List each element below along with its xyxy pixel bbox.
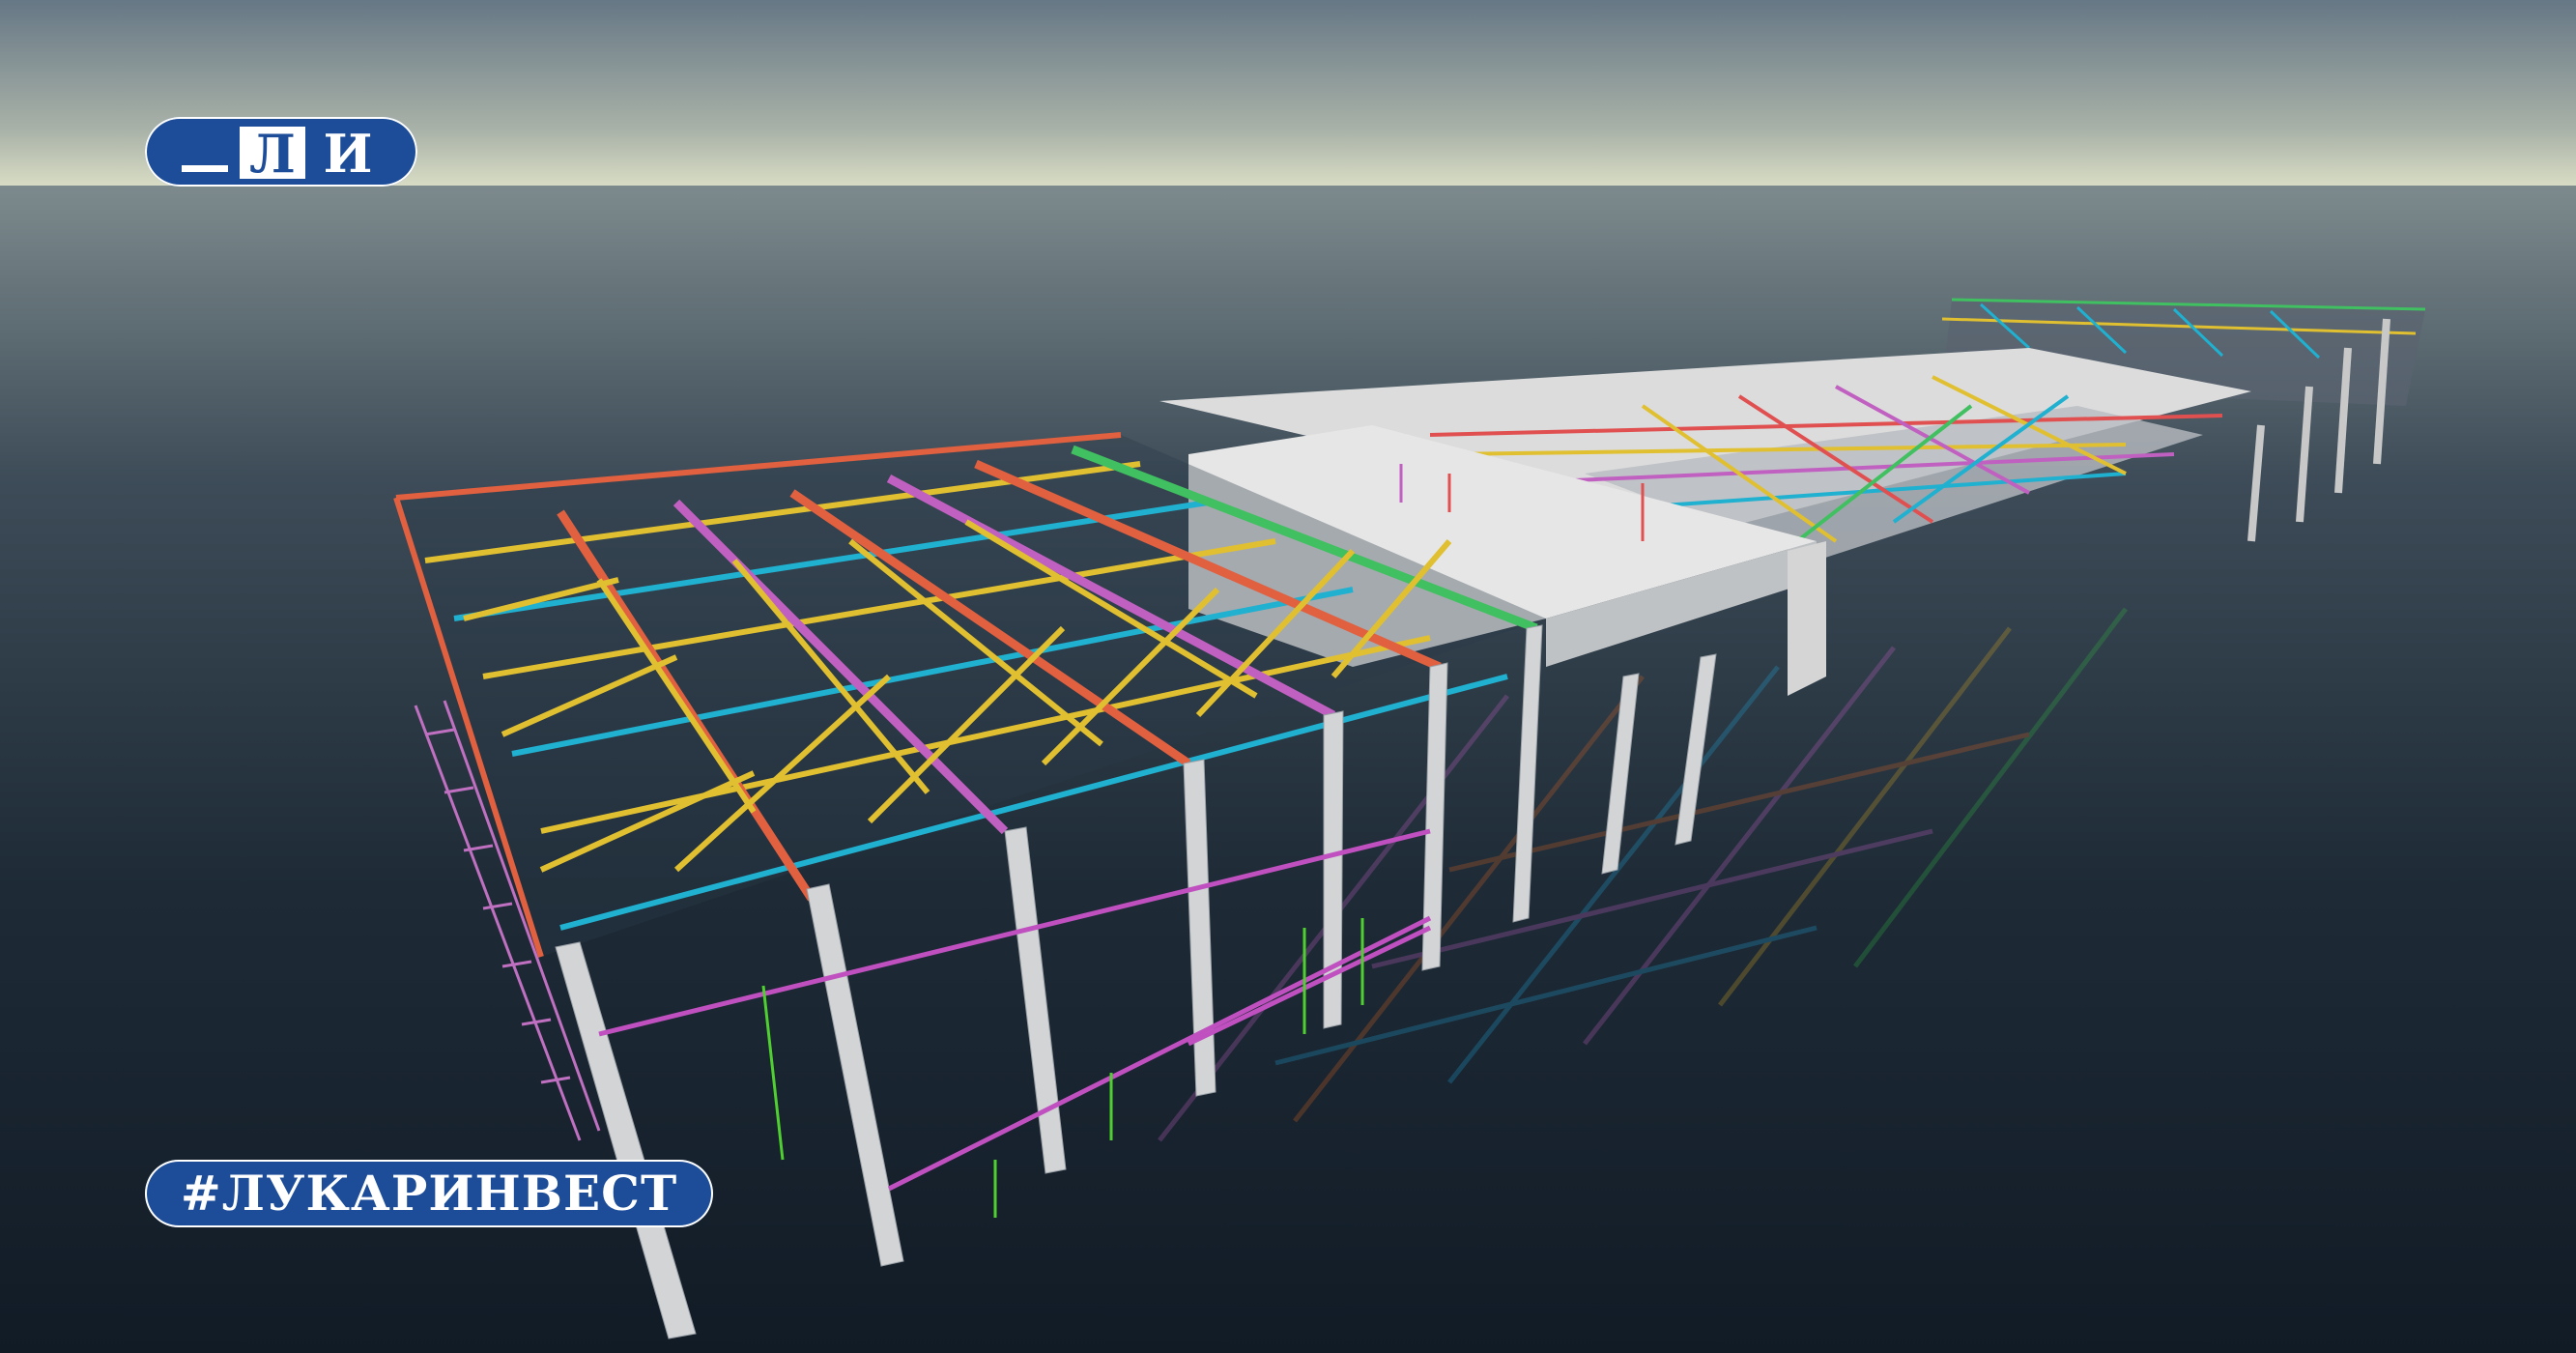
company-logo: Л И <box>145 117 417 187</box>
logo-underscore-mark <box>182 165 228 172</box>
logo-letter-l: Л <box>240 127 305 181</box>
building-3d-model-render <box>0 0 2576 1353</box>
logo-letter-i: И <box>323 123 373 185</box>
hashtag-badge: #ЛУКАРИНВЕСТ <box>145 1160 713 1227</box>
